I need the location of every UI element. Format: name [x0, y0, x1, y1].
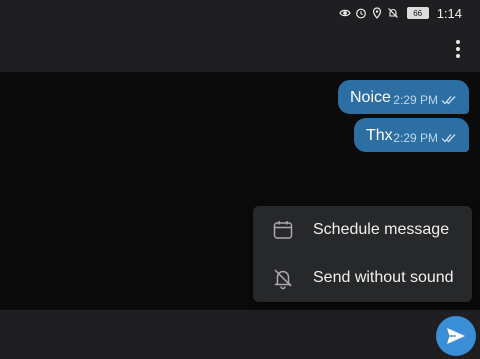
chat-header [0, 26, 480, 72]
send-without-sound-item[interactable]: Send without sound [253, 255, 472, 301]
message-text: Thx [366, 127, 393, 144]
eye-icon [338, 9, 351, 17]
status-bar: 66 1:14 [0, 0, 480, 26]
send-options-menu: Schedule message Send without sound [253, 206, 472, 302]
battery-indicator: 66 [406, 7, 429, 19]
message-composer[interactable] [0, 310, 480, 359]
schedule-message-label: Schedule message [313, 221, 450, 238]
calendar-icon [273, 221, 293, 239]
alarm-icon [355, 8, 366, 19]
message-text: Noice [350, 89, 391, 106]
message-bubble[interactable]: Thx 2:29 PM [354, 118, 469, 152]
double-check-icon [441, 134, 456, 143]
more-vertical-icon[interactable] [454, 40, 462, 60]
double-check-icon [441, 96, 456, 105]
status-time: 1:14 [436, 5, 462, 21]
message-bubble[interactable]: Noice 2:29 PM [338, 80, 469, 114]
message-time: 2:29 PM [393, 131, 438, 145]
location-icon [372, 7, 381, 19]
message-meta: 2:29 PM [393, 131, 459, 145]
bell-off-icon [387, 8, 398, 18]
schedule-message-item[interactable]: Schedule message [253, 207, 472, 253]
send-icon [447, 328, 465, 344]
send-without-sound-label: Send without sound [313, 269, 454, 286]
message-meta: 2:29 PM [393, 93, 459, 107]
bell-off-icon [274, 269, 292, 290]
message-time: 2:29 PM [393, 93, 438, 107]
send-button[interactable] [436, 316, 476, 356]
